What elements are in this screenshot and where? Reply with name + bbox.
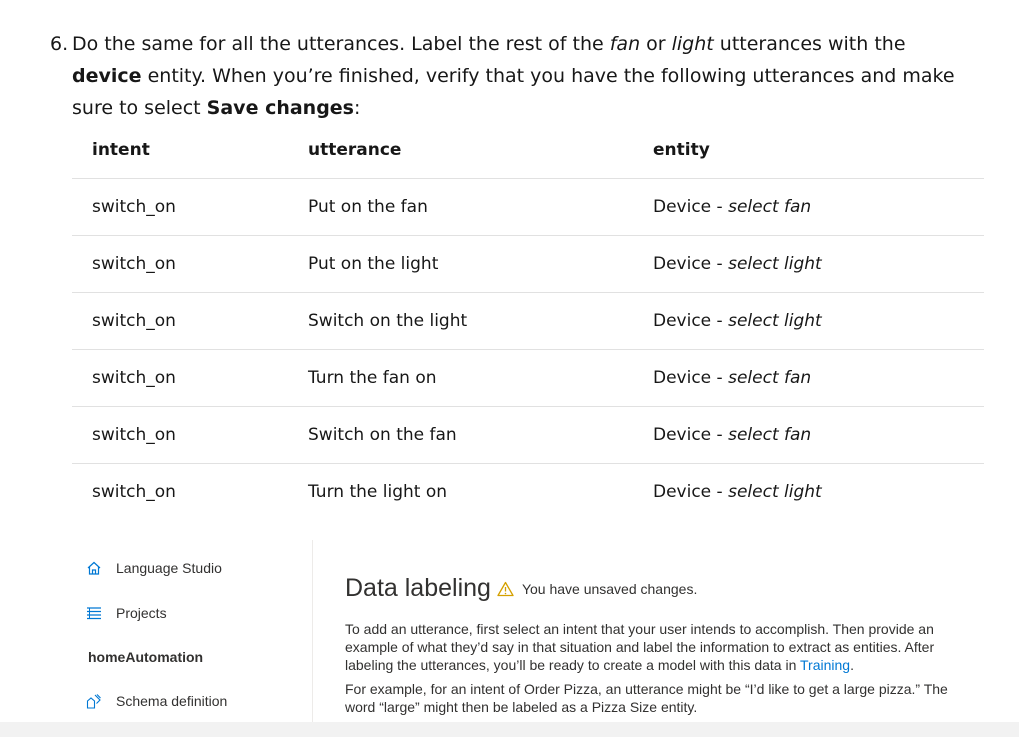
table-row: switch_on Turn the fan on Device - selec… <box>72 349 984 407</box>
entity-cell: Device - select light <box>633 235 984 293</box>
entity-select: select light <box>728 482 822 502</box>
header-entity: entity <box>633 121 984 179</box>
device-strong: device <box>72 65 142 87</box>
entity-select: select light <box>728 311 822 331</box>
data-labeling-header: Data labeling You have unsaved changes. <box>345 574 697 603</box>
entity-prefix: Device - <box>653 311 729 331</box>
warning-icon <box>497 581 514 596</box>
entity-cell: Device - select light <box>633 292 984 350</box>
step-text-part: : <box>354 97 361 119</box>
schema-icon <box>86 694 101 709</box>
intent-cell: switch_on <box>72 292 288 350</box>
sidebar-item-schema-definition[interactable]: Schema definition <box>86 693 227 709</box>
intent-cell: switch_on <box>92 482 176 502</box>
sidebar-item-language-studio[interactable]: Language Studio <box>86 560 222 576</box>
entity-cell: Device - select fan <box>633 178 984 236</box>
entity-cell: Device - select fan <box>633 406 984 464</box>
intent-cell: switch_on <box>72 406 288 464</box>
home-icon <box>87 561 101 575</box>
sidebar-label: Projects <box>116 605 167 621</box>
entity-cell: Device - select fan <box>633 349 984 407</box>
entity-select: select light <box>728 254 822 274</box>
language-studio-screenshot: Language Studio Projects homeAutomation … <box>72 536 984 722</box>
utterance-cell: Switch on the fan <box>288 406 633 464</box>
step-text-part: entity. When you’re finished, verify tha… <box>72 65 955 119</box>
step-text-part: utterances with the <box>713 33 906 55</box>
panel-divider <box>312 540 313 722</box>
step-number: 6. <box>50 33 69 55</box>
entity-prefix: Device - <box>653 368 729 388</box>
sidebar-label: Language Studio <box>116 560 222 576</box>
entity-select: select fan <box>728 368 812 388</box>
step-text-part: or <box>640 33 672 55</box>
unsaved-changes-message: You have unsaved changes. <box>521 580 698 597</box>
table-row: switch_on Put on the fan Device - select… <box>72 178 984 236</box>
entity-select: select fan <box>728 425 812 445</box>
step-instructions: Do the same for all the utterances. Labe… <box>72 28 972 124</box>
utterance-cell: Turn the fan on <box>288 349 633 407</box>
description-text: . <box>850 657 854 673</box>
intent-cell: switch_on <box>72 178 288 236</box>
entity-prefix: Device - <box>653 482 729 502</box>
entity-prefix: Device - <box>653 425 729 445</box>
table-row: switch_on Switch on the fan Device - sel… <box>72 406 984 464</box>
fan-emphasis: fan <box>609 33 641 55</box>
header-intent: intent <box>72 121 288 179</box>
intent-cell: switch_on <box>72 235 288 293</box>
utterance-cell: Put on the light <box>288 235 633 293</box>
utterances-table: intent utterance entity switch_on Put on… <box>72 121 984 520</box>
example-paragraph: For example, for an intent of Order Pizz… <box>345 681 948 715</box>
save-changes-strong: Save changes <box>206 97 354 119</box>
training-link[interactable]: Training <box>800 657 850 673</box>
step-text-part: Do the same for all the utterances. Labe… <box>72 33 610 55</box>
sidebar-item-projects[interactable]: Projects <box>86 605 167 621</box>
light-emphasis: light <box>671 33 714 55</box>
header-utterance: utterance <box>288 121 633 179</box>
list-icon <box>87 607 101 620</box>
utterance-cell: Switch on the light <box>288 292 633 350</box>
utterance-cell: Turn the light on <box>308 482 448 502</box>
entity-prefix: Device - <box>653 254 729 274</box>
utterance-cell: Put on the fan <box>288 178 633 236</box>
project-name: homeAutomation <box>88 649 204 665</box>
entity-select: select fan <box>728 197 812 217</box>
table-header-row: intent utterance entity <box>72 121 984 179</box>
table-row: switch_on Put on the light Device - sele… <box>72 235 984 293</box>
table-row: switch_on Turn the light on Device - sel… <box>72 464 984 521</box>
bottom-bar <box>0 722 1019 737</box>
entity-cell: Device - select light <box>633 464 984 521</box>
sidebar-label: Schema definition <box>116 693 228 709</box>
intent-cell: switch_on <box>72 349 288 407</box>
table-row: switch_on Switch on the light Device - s… <box>72 292 984 350</box>
entity-prefix: Device - <box>653 197 729 217</box>
description-paragraph: To add an utterance, first select an int… <box>345 620 957 674</box>
page-title: Data labeling <box>345 574 491 602</box>
